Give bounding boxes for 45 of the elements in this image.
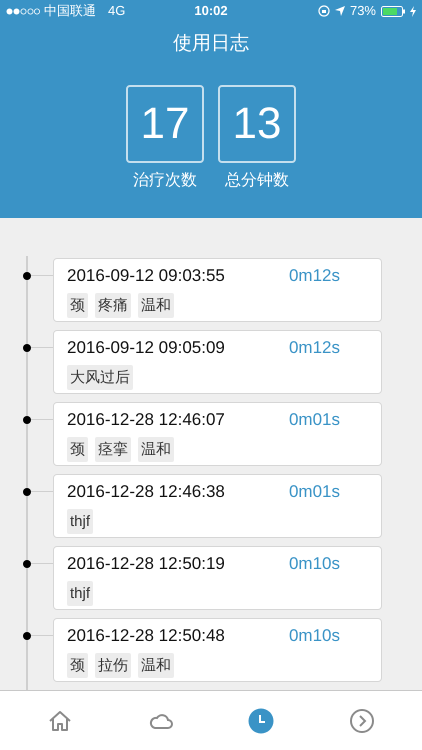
page-title: 使用日志 [173,32,249,56]
charging-icon [410,6,416,16]
stat-label: 总分钟数 [225,170,289,190]
entry-datetime: 2016-12-28 12:46:38 [67,481,225,503]
tag: thjf [67,508,94,534]
carrier-name: 中国联通 [44,2,96,20]
tag: 痉挛 [95,436,131,462]
log-entry-card[interactable]: 2016-09-12 09:03:55 0m12s 颈 疼痛 温和 [53,258,382,322]
entry-duration: 0m01s [288,481,340,503]
log-entry-card[interactable]: 2016-12-28 12:46:38 0m01s thjf [53,474,382,538]
stat-value: 13 [218,84,296,162]
battery-icon [381,6,405,16]
tag: 温和 [138,436,174,462]
entry-duration: 0m10s [288,625,340,647]
tag: 疼痛 [95,292,131,318]
log-entry-card[interactable]: 2016-12-28 12:50:19 0m10s thjf [53,546,382,610]
tag: 大风过后 [67,364,133,390]
entry-duration: 0m12s [288,337,340,359]
location-arrow-icon [334,6,345,16]
entry-duration: 0m12s [288,265,340,287]
tag: 拉伤 [95,652,131,678]
network-type: 4G [108,2,126,20]
entry-datetime: 2016-09-12 09:03:55 [67,265,225,287]
entry-datetime: 2016-09-12 09:05:09 [67,337,225,359]
rotation-lock-icon [318,5,330,17]
entry-datetime: 2016-12-28 12:50:48 [67,625,225,647]
clock-icon [248,708,274,734]
tag: 颈 [67,652,88,678]
signal-icon [6,8,40,14]
tag: 颈 [67,292,88,318]
tag: 温和 [138,292,174,318]
entry-datetime: 2016-12-28 12:50:19 [67,553,225,575]
clock-time: 10:02 [194,2,228,20]
log-entry-card[interactable]: 2016-09-12 09:05:09 0m12s 大风过后 [53,330,382,394]
log-entry-card[interactable]: 2016-12-28 12:46:07 0m01s 颈 痉挛 温和 [53,402,382,466]
tag: 温和 [138,652,174,678]
entry-duration: 0m01s [288,409,340,431]
entry-duration: 0m10s [288,553,340,575]
stat-value: 17 [126,84,204,162]
stat-label: 治疗次数 [133,170,197,190]
log-entry-card[interactable]: 2016-12-28 12:50:48 0m10s 颈 拉伤 温和 [53,618,382,682]
tag: thjf [67,580,94,606]
battery-percent: 73% [350,2,376,20]
tag: 颈 [67,436,88,462]
entry-datetime: 2016-12-28 12:46:07 [67,409,225,431]
